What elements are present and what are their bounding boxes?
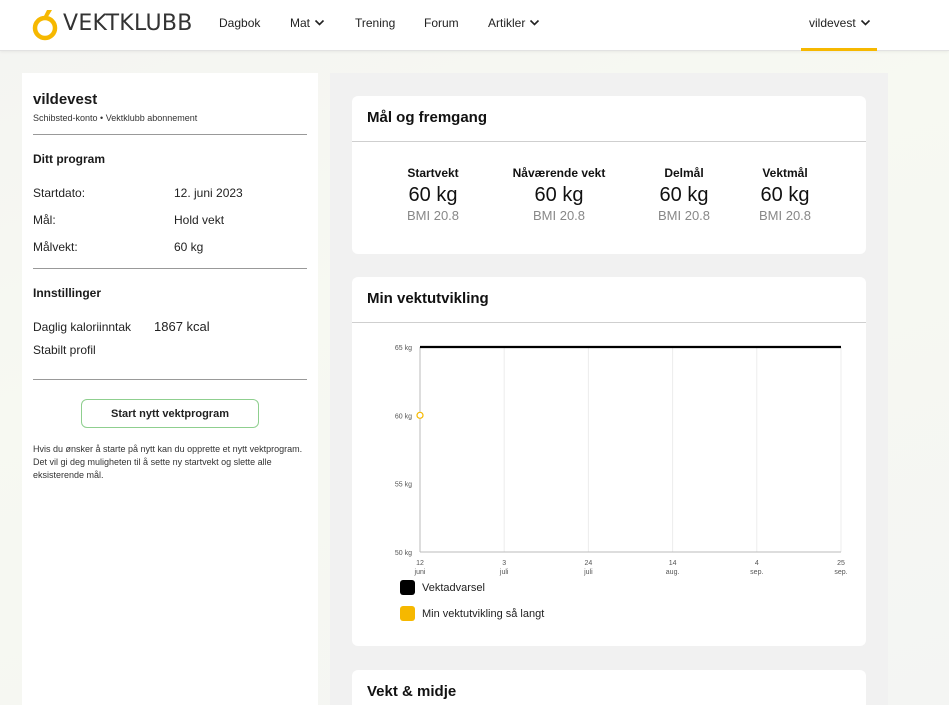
goals-title: Mål og fremgang	[367, 109, 488, 126]
nav-item-forum[interactable]: Forum	[424, 16, 459, 30]
stat-bmi: BMI 20.8	[758, 208, 812, 223]
goal-value: Hold vekt	[174, 213, 225, 227]
nav-item-label: Mat	[290, 16, 311, 30]
x-tick-label: 3	[502, 560, 506, 567]
card-separator	[352, 141, 866, 142]
target-weight-value: 60 kg	[174, 240, 204, 254]
x-tick-month-label: aug.	[666, 569, 680, 576]
nav-item-artikler[interactable]: Artikler	[488, 16, 540, 30]
y-tick-label: 55 kg	[395, 482, 412, 489]
calorie-value: 1867 kcal	[154, 319, 210, 334]
nav-item-label: Dagbok	[219, 16, 261, 30]
y-tick-label: 50 kg	[395, 550, 412, 557]
stat-subgoal: Delmål 60 kg BMI 20.8	[648, 166, 720, 223]
x-tick-month-label: sep.	[834, 569, 847, 576]
x-tick-month-label: juni	[414, 569, 426, 576]
legend-label: Min vektutvikling så langt	[422, 607, 545, 620]
goal-label: Mål:	[33, 213, 56, 227]
calorie-label: Daglig kaloriinntak	[33, 320, 132, 334]
stat-label: Nåværende vekt	[512, 166, 606, 180]
stat-value: 60 kg	[534, 184, 584, 206]
stat-goal-weight: Vektmål 60 kg BMI 20.8	[750, 166, 820, 223]
weight-waist-card: Vekt & midje	[352, 670, 866, 705]
weight-chart-title: Min vektutvikling	[367, 290, 489, 307]
legend-swatch	[400, 580, 415, 595]
profile-username: vildevest	[33, 91, 98, 108]
nav-item-label: Trening	[355, 16, 396, 30]
user-menu[interactable]: vildevest	[801, 0, 877, 51]
program-title: Ditt program	[33, 152, 105, 166]
start-date-value: 12. juni 2023	[174, 186, 243, 200]
x-tick-month-label: juli	[499, 569, 509, 576]
user-name: vildevest	[809, 16, 856, 30]
weight-chart: 65 kg 60 kg 55 kg 50 kg 12 juni 3 juli 24 juli 14 a…	[395, 345, 848, 576]
nav-item-mat[interactable]: Mat	[290, 16, 325, 30]
stat-value: 60 kg	[408, 184, 458, 206]
chevron-down-icon	[860, 19, 870, 26]
profile-type: Stabilt profil	[33, 343, 96, 357]
y-tick-label: 60 kg	[395, 413, 412, 420]
legend-label: Vektadvarsel	[422, 581, 485, 594]
user-menu-button[interactable]: vildevest	[809, 16, 871, 30]
target-weight-label: Målvekt:	[33, 240, 78, 254]
stat-value: 60 kg	[659, 184, 709, 206]
main-content: Mål og fremgang Startvekt 60 kg BMI 20.8…	[330, 73, 888, 705]
x-tick-label: 25	[837, 560, 845, 567]
nav-item-label: Artikler	[488, 16, 526, 30]
stat-bmi: BMI 20.8	[532, 208, 586, 223]
series-progress-point	[416, 411, 424, 419]
divider	[33, 268, 307, 269]
chevron-down-icon	[314, 19, 325, 26]
stat-value: 60 kg	[760, 184, 810, 206]
logo-text: VEKTKLUBB	[63, 11, 193, 36]
stat-label: Delmål	[664, 166, 704, 180]
y-tick-label: 65 kg	[395, 345, 412, 352]
new-program-help-text: Hvis du ønsker å starte på nytt kan du o…	[33, 444, 303, 480]
stat-label: Startvekt	[407, 166, 459, 180]
legend-item-warning: Vektadvarsel	[400, 580, 485, 595]
chevron-down-icon	[530, 19, 540, 26]
nav-item-dagbok[interactable]: Dagbok	[219, 16, 260, 30]
stat-bmi: BMI 20.8	[406, 208, 460, 223]
x-tick-label: 4	[755, 560, 759, 567]
stat-bmi: BMI 20.8	[657, 208, 711, 223]
stat-start-weight: Startvekt 60 kg BMI 20.8	[394, 166, 472, 223]
legend-swatch	[400, 606, 415, 621]
logo-mark-icon	[32, 10, 58, 41]
card-separator	[352, 322, 866, 323]
x-tick-month-label: sep.	[750, 569, 763, 576]
weight-waist-title: Vekt & midje	[367, 683, 457, 700]
x-tick-label: 14	[669, 560, 677, 567]
legend-item-progress: Min vektutvikling så langt	[400, 606, 544, 621]
x-tick-label: 12	[416, 560, 424, 567]
nav-item-label: Forum	[424, 16, 459, 30]
x-tick-label: 24	[585, 560, 593, 567]
divider	[33, 134, 307, 135]
nav-item-trening[interactable]: Trening	[355, 16, 395, 30]
stat-label: Vektmål	[762, 166, 808, 180]
top-navigation: VEKTKLUBB Dagbok Mat Trening Forum Artik…	[0, 0, 949, 51]
new-program-button[interactable]: Start nytt vektprogram	[81, 399, 259, 428]
settings-title: Innstillinger	[33, 286, 102, 300]
start-date-label: Startdato:	[33, 186, 86, 200]
profile-subtitle: Schibsted-konto • Vektklubb abonnement	[33, 113, 198, 123]
logo[interactable]: VEKTKLUBB	[32, 4, 193, 44]
stat-current-weight: Nåværende vekt 60 kg BMI 20.8	[502, 166, 616, 223]
x-tick-month-label: juli	[583, 569, 593, 576]
profile-panel: vildevest Schibsted-konto • Vektklubb ab…	[22, 73, 318, 705]
goals-card: Mål og fremgang Startvekt 60 kg BMI 20.8…	[352, 96, 866, 254]
weight-chart-card: Min vektutvikling 65 kg 60 kg 55 kg 50 kg 12…	[352, 277, 866, 646]
divider	[33, 379, 307, 380]
